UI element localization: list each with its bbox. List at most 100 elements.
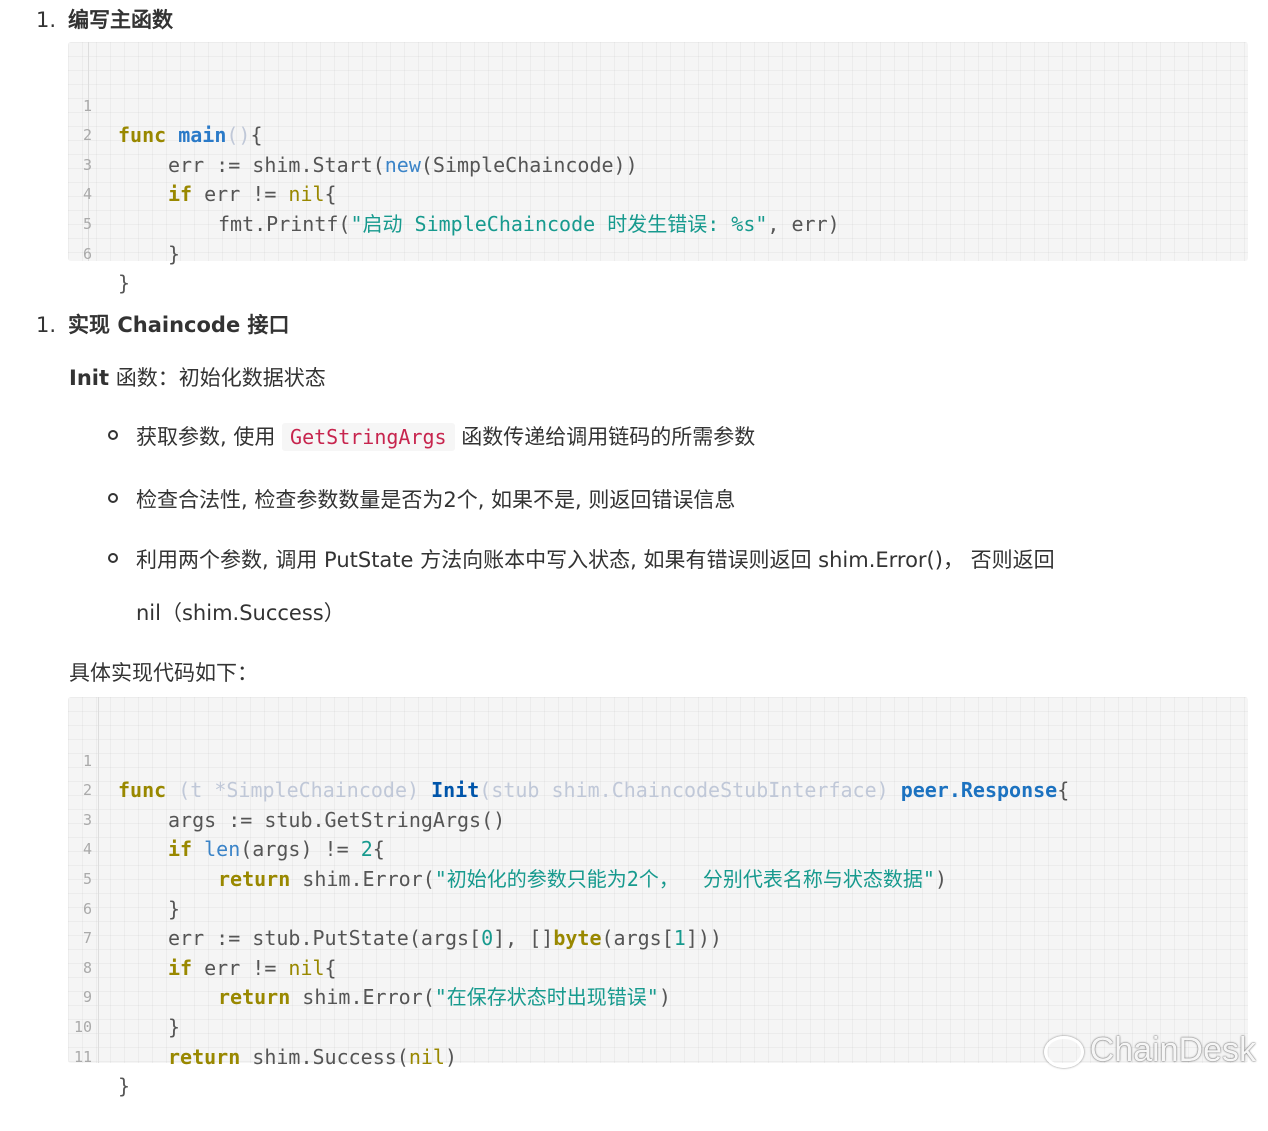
code-text: } xyxy=(168,1014,181,1039)
code-number: 1 xyxy=(673,926,686,951)
code-text: shim.Error( xyxy=(290,866,435,891)
bullet-circle-icon xyxy=(108,430,118,440)
code-line: 5 } xyxy=(68,835,180,921)
code-text: args := stub.GetStringArgs() xyxy=(168,807,506,832)
code-text: err != xyxy=(192,182,289,207)
code-line: 1 func main(){ xyxy=(68,62,263,148)
list-number: 1. xyxy=(36,313,57,337)
code-keyword: if xyxy=(168,182,193,207)
code-line: 3 if len(args) != 2{ xyxy=(68,776,385,862)
code-function-name: main xyxy=(178,123,227,148)
code-keyword: if xyxy=(168,837,193,862)
bullet-circle-icon xyxy=(108,553,118,563)
line-number: 11 xyxy=(73,1047,92,1066)
bullet-text: 获取参数, 使用 xyxy=(136,425,283,449)
code-text: shim.Error( xyxy=(290,985,435,1010)
bullet-item-put-state: 利用两个参数, 调用 PutState 方法向账本中写入状态, 如果有错误则返回… xyxy=(108,544,1055,574)
code-string: "在保存状态时出现错误" xyxy=(434,985,659,1010)
code-nil: nil xyxy=(408,1044,445,1069)
code-line: 9 } xyxy=(68,954,180,1039)
code-text: { xyxy=(1057,778,1070,803)
watermark: ChainDesk xyxy=(1043,1031,1256,1070)
code-block-main: 1 func main(){ 2 err := shim.Start(new(S… xyxy=(68,42,1248,296)
code-receiver: (t *SimpleChaincode) xyxy=(166,778,432,803)
init-description: Init 函数：初始化数据状态 xyxy=(69,362,326,392)
code-line: 8 return shim.Error("在保存状态时出现错误") xyxy=(68,924,671,1010)
code-text: ])) xyxy=(685,926,722,951)
code-string: "启动 SimpleChaincode 时发生错误: %s" xyxy=(350,211,768,236)
bullet-text: 利用两个参数, 调用 PutState 方法向账本中写入状态, 如果有错误则返回… xyxy=(136,548,1055,572)
code-number: 0 xyxy=(481,926,494,951)
code-type: byte xyxy=(553,926,602,951)
code-text: ) xyxy=(658,985,671,1010)
code-text: { xyxy=(372,837,385,862)
bullet-text: 函数传递给调用链码的所需参数 xyxy=(454,425,756,449)
section-title: 实现 Chaincode 接口 xyxy=(68,313,290,337)
bullet-text: 检查合法性, 检查参数数量是否为2个, 如果不是, 则返回错误信息 xyxy=(136,488,736,512)
inline-code: GetStringArgs xyxy=(282,423,455,451)
bullet-item-get-args: 获取参数, 使用 GetStringArgs 函数传递给调用链码的所需参数 xyxy=(108,421,755,451)
code-text: err != xyxy=(192,955,289,980)
code-params: (stub shim.ChaincodeStubInterface) xyxy=(479,778,901,803)
code-text: } xyxy=(168,241,181,266)
code-text: fmt.Printf( xyxy=(218,211,351,236)
section-title: 编写主函数 xyxy=(68,8,174,32)
list-number: 1. xyxy=(36,8,57,32)
section-heading-chaincode-interface: 1. 实现 Chaincode 接口 xyxy=(36,309,290,339)
init-text: 函数：初始化数据状态 xyxy=(109,366,326,390)
code-number: 2 xyxy=(360,837,373,862)
code-text: ) xyxy=(934,866,948,891)
bullet-item-check-validity: 检查合法性, 检查参数数量是否为2个, 如果不是, 则返回错误信息 xyxy=(108,484,735,514)
code-text: (args[ xyxy=(601,926,674,951)
bullet-continuation: nil（shim.Success） xyxy=(136,601,345,625)
code-line: 2 args := stub.GetStringArgs() xyxy=(68,747,505,832)
code-keyword: func xyxy=(118,123,167,148)
watermark-text: ChainDesk xyxy=(1089,1031,1256,1069)
code-keyword: return xyxy=(218,866,291,891)
code-text: err := shim.Start( xyxy=(168,152,385,177)
code-parens: () xyxy=(226,123,251,148)
code-text: ) xyxy=(444,1044,457,1069)
code-text: { xyxy=(250,123,263,148)
code-line: 6 } xyxy=(68,210,130,296)
code-nil: nil xyxy=(288,182,325,207)
code-text: { xyxy=(324,182,337,207)
bullet-circle-icon xyxy=(108,493,118,503)
code-block-init: 1 func (t *SimpleChaincode) Init(stub sh… xyxy=(68,697,1248,1099)
code-text: } xyxy=(168,896,181,921)
code-text: } xyxy=(118,1074,131,1099)
code-line: 11 } xyxy=(68,1013,130,1099)
code-line: 7 if err != nil{ xyxy=(68,895,337,980)
code-line: 1 func (t *SimpleChaincode) Init(stub sh… xyxy=(68,717,1069,803)
code-string: "初始化的参数只能为2个， 分别代表名称与状态数据" xyxy=(434,866,935,891)
code-keyword: func xyxy=(118,778,167,803)
code-text: , err) xyxy=(767,211,840,236)
code-keyword: return xyxy=(218,985,291,1010)
code-text: ], [] xyxy=(493,926,554,951)
code-text: shim.Success( xyxy=(240,1044,409,1069)
code-function-name: Init xyxy=(431,778,480,803)
code-builtin: new xyxy=(384,152,421,177)
code-return-type: peer.Response xyxy=(900,778,1058,803)
code-text: { xyxy=(324,955,337,980)
code-line: 5 } xyxy=(68,180,180,266)
code-text: (SimpleChaincode)) xyxy=(420,152,638,177)
impl-intro-text: 具体实现代码如下： xyxy=(69,661,258,685)
section-heading-main-function: 1. 编写主函数 xyxy=(36,4,173,34)
code-line: 2 err := shim.Start(new(SimpleChaincode)… xyxy=(68,92,638,177)
code-line: 4 fmt.Printf("启动 SimpleChaincode 时发生错误: … xyxy=(68,151,840,236)
code-builtin: len xyxy=(204,837,241,862)
code-line: 3 if err != nil{ xyxy=(68,121,337,207)
init-keyword: Init xyxy=(69,366,110,390)
code-keyword: return xyxy=(168,1044,241,1069)
code-nil: nil xyxy=(288,955,325,980)
code-line: 6 err := stub.PutState(args[0], []byte(a… xyxy=(68,865,722,951)
code-text: err := stub.PutState(args[ xyxy=(168,926,482,951)
code-line: 10 return shim.Success(nil) xyxy=(68,983,457,1069)
code-text: } xyxy=(118,271,131,296)
code-text: (args) != xyxy=(240,837,361,862)
code-keyword: if xyxy=(168,955,193,980)
code-line: 4 return shim.Error("初始化的参数只能为2个， 分别代表名称… xyxy=(68,806,947,891)
weibo-icon xyxy=(1043,1036,1084,1069)
